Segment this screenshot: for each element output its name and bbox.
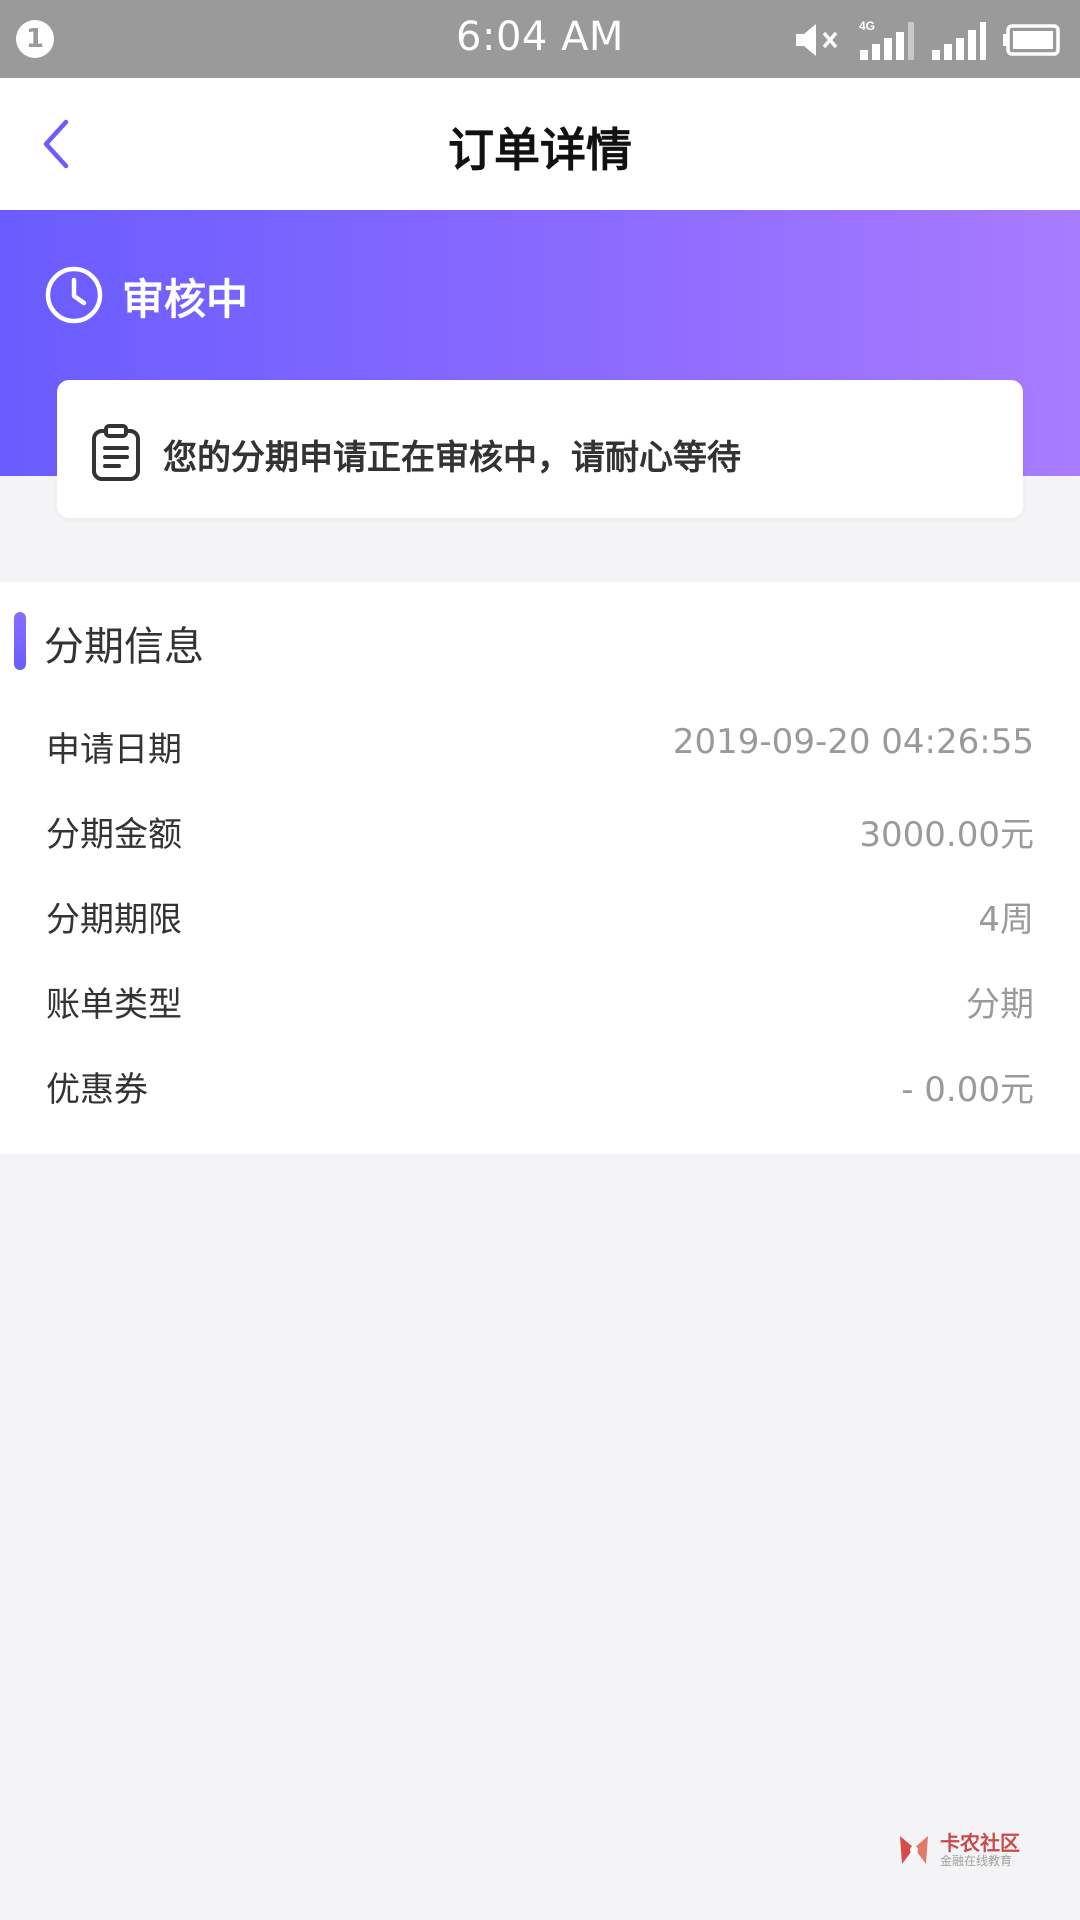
status-bar: 1 6:04 AM 4G — [0, 0, 1080, 78]
mute-icon — [796, 24, 838, 56]
info-label: 账单类型 — [46, 985, 182, 1025]
review-notice-text: 您的分期申请正在审核中，请耐心等待 — [163, 438, 741, 478]
info-label: 分期期限 — [46, 900, 182, 940]
watermark-name: 卡农社区 — [940, 1831, 1020, 1855]
battery-icon — [1003, 24, 1060, 56]
info-label: 分期金额 — [46, 815, 182, 855]
info-row-bill-type: 账单类型 分期 — [0, 967, 1080, 1027]
signal-icon — [932, 22, 986, 60]
info-value: 2019-09-20 04:26:55 — [672, 722, 1034, 762]
info-label: 优惠券 — [46, 1070, 148, 1110]
clipboard-icon — [92, 424, 140, 481]
section-title: 分期信息 — [44, 624, 204, 670]
status-icons: 4G — [792, 18, 1062, 62]
network-label: 4G — [859, 19, 875, 33]
signal-4g-icon: 4G — [859, 19, 914, 60]
nav-bar: 订单详情 — [0, 78, 1080, 210]
info-row-apply-date: 申请日期 2019-09-20 04:26:55 — [0, 712, 1080, 772]
info-label: 申请日期 — [46, 730, 182, 770]
watermark: 卡农社区 金融在线教育 — [894, 1828, 1020, 1872]
info-value: 分期 — [966, 985, 1034, 1025]
info-row-term: 分期期限 4周 — [0, 882, 1080, 942]
watermark-subtitle: 金融在线教育 — [940, 1854, 1013, 1868]
info-value: - 0.00元 — [901, 1070, 1034, 1110]
watermark-logo-icon — [900, 1836, 928, 1864]
page-title: 订单详情 — [448, 123, 632, 177]
clock-icon — [45, 266, 103, 324]
order-status-label: 审核中 — [122, 275, 249, 324]
info-value: 4周 — [978, 900, 1034, 940]
info-value: 3000.00元 — [859, 815, 1034, 855]
review-notice-card: 您的分期申请正在审核中，请耐心等待 — [57, 380, 1023, 518]
installment-info-section: 分期信息 申请日期 2019-09-20 04:26:55 分期金额 3000.… — [0, 582, 1080, 1154]
info-row-amount: 分期金额 3000.00元 — [0, 797, 1080, 857]
info-row-coupon: 优惠券 - 0.00元 — [0, 1052, 1080, 1112]
section-accent-bar — [14, 612, 26, 670]
